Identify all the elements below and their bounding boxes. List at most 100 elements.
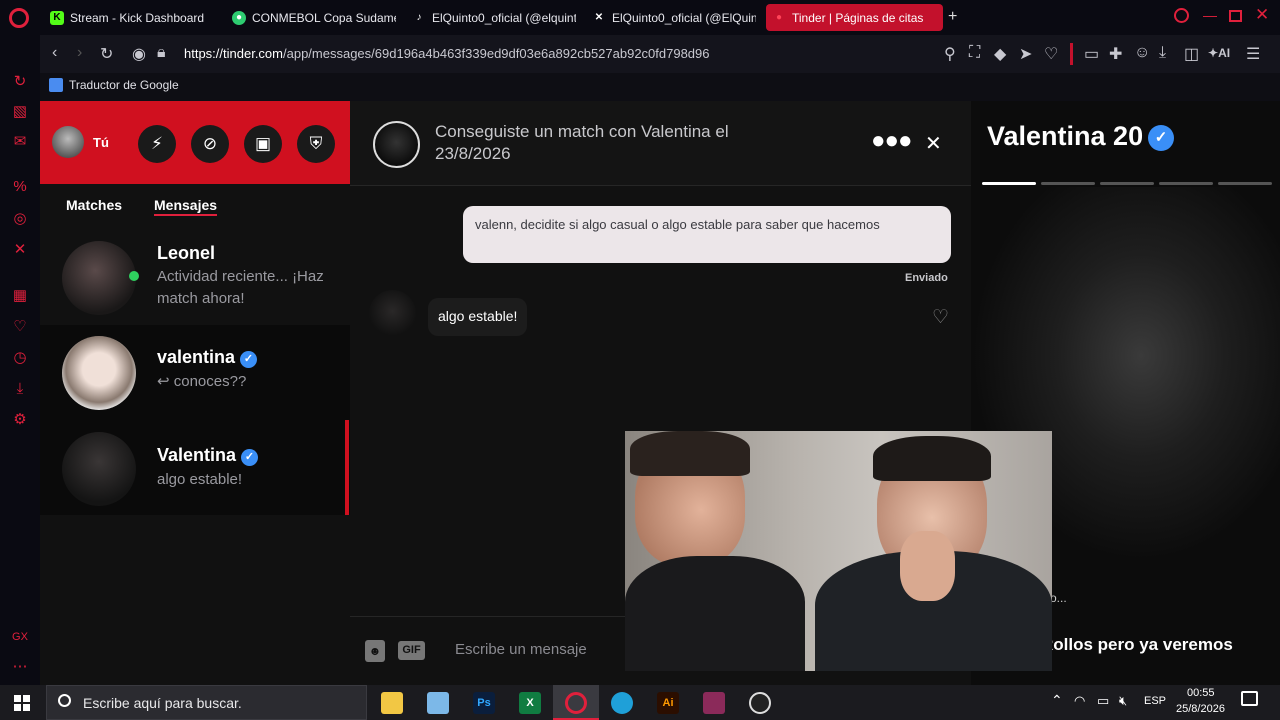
- chevron-up-icon[interactable]: ⌃: [1051, 692, 1063, 709]
- person-left: [625, 431, 815, 671]
- battery-icon[interactable]: ▭: [1097, 693, 1109, 709]
- snapshot-icon[interactable]: ⛶: [969, 44, 980, 62]
- tab-tinder[interactable]: ● Tinder | Páginas de citas: [766, 4, 943, 31]
- whatsapp-icon[interactable]: ◎: [10, 209, 30, 229]
- work-mode-button[interactable]: ▣: [244, 125, 282, 163]
- winrar-icon[interactable]: [703, 692, 725, 714]
- tab-messages[interactable]: Mensajes: [154, 197, 218, 216]
- person-right: [815, 431, 1052, 671]
- profile-name-age: Valentina 20 ✓: [987, 121, 1175, 152]
- edge-icon[interactable]: [611, 692, 633, 714]
- lock-icon[interactable]: 🔒︎: [157, 44, 166, 62]
- photoshop-icon[interactable]: Ps: [473, 692, 495, 714]
- wallet-icon[interactable]: ▧: [10, 102, 30, 122]
- apps-icon[interactable]: ▦: [10, 286, 30, 306]
- hand: [900, 531, 955, 601]
- volume-muted-icon[interactable]: 🔇︎: [1119, 693, 1127, 709]
- notepad-icon[interactable]: [427, 692, 449, 714]
- forward-icon[interactable]: ›: [77, 44, 82, 62]
- tab-label: Stream - Kick Dashboard: [70, 10, 205, 25]
- pin-icon[interactable]: ⚲: [944, 44, 956, 64]
- boost-button[interactable]: ⚡︎: [138, 125, 176, 163]
- conversation-item-selected[interactable]: Valentina ✓ algo estable!: [40, 420, 350, 515]
- tab-tiktok[interactable]: ♪ ElQuinto0_oficial (@elquint: [406, 4, 577, 31]
- profile-bio: Rollos pero ya veremos: [1041, 635, 1280, 655]
- sticker-icon[interactable]: ☻: [365, 640, 385, 662]
- favorite-icon[interactable]: ♡: [1044, 44, 1058, 64]
- name-age-text: Valentina 20: [987, 121, 1144, 151]
- send-icon[interactable]: ➤: [1019, 44, 1032, 64]
- more-options-icon[interactable]: ●●●: [871, 127, 912, 155]
- url-field[interactable]: https://tinder.com/app/messages/69d196a4…: [184, 46, 710, 61]
- minimize-icon[interactable]: —: [1203, 7, 1217, 23]
- clock-time[interactable]: 00:55: [1187, 687, 1215, 699]
- browser-sidebar: ↻ ▧ ✉ % ◎ ✕ ▦ ♡ ◷ ⤓ ⚙ GX ⋯: [0, 35, 40, 685]
- close-chat-icon[interactable]: ✕: [925, 131, 942, 156]
- new-tab-plus-icon[interactable]: +: [948, 8, 957, 26]
- match-avatar[interactable]: [373, 121, 420, 168]
- x-icon: ✕: [594, 12, 604, 23]
- heart-icon[interactable]: ♡: [10, 317, 30, 337]
- excel-icon[interactable]: X: [519, 692, 541, 714]
- gif-button[interactable]: GIF: [398, 641, 425, 660]
- tab-label: ElQuinto0_oficial (@elquint: [432, 10, 576, 25]
- conversation-name: Leonel: [157, 243, 216, 263]
- google-translate-icon: [49, 78, 63, 92]
- search-icon[interactable]: [1174, 8, 1189, 23]
- user-label: Tú: [93, 134, 109, 150]
- safety-button[interactable]: ⛨: [297, 125, 335, 163]
- compass-icon: ⊘: [202, 134, 218, 153]
- opera-logo-icon[interactable]: [9, 8, 29, 28]
- tab-kick[interactable]: K Stream - Kick Dashboard: [44, 4, 214, 31]
- location-icon[interactable]: ◉: [132, 44, 146, 64]
- obs-icon[interactable]: [749, 692, 771, 714]
- reload-icon[interactable]: ↻: [100, 44, 113, 64]
- extensions-icon[interactable]: ✚: [1109, 44, 1122, 64]
- x-sidebar-icon[interactable]: ✕: [10, 240, 30, 260]
- tab-conmebol[interactable]: ● CONMEBOL Copa Sudame: [226, 4, 396, 31]
- file-explorer-icon[interactable]: [381, 692, 403, 714]
- more-icon[interactable]: ⋯: [10, 657, 30, 677]
- downloads-icon[interactable]: ⤓: [1159, 44, 1166, 62]
- bookmark-google-translate[interactable]: Traductor de Google: [49, 78, 179, 92]
- gx-icon[interactable]: GX: [10, 627, 30, 647]
- shield-icon[interactable]: ◆: [994, 44, 1006, 64]
- settings-icon[interactable]: ⚙: [10, 410, 30, 430]
- tinder-icon: ●: [775, 12, 783, 23]
- mail-icon[interactable]: ✉: [10, 132, 30, 152]
- discount-icon[interactable]: %: [10, 177, 30, 197]
- maximize-icon[interactable]: [1229, 10, 1242, 22]
- outgoing-message-bubble: valenn, decidite si algo casual o algo e…: [463, 206, 951, 263]
- conversation-item[interactable]: Leonel Actividad reciente... ¡Haz match …: [40, 227, 350, 322]
- explore-button[interactable]: ⊘: [191, 125, 229, 163]
- close-window-icon[interactable]: ✕: [1255, 5, 1269, 25]
- ai-icon[interactable]: ✦AI: [1208, 46, 1230, 60]
- back-icon[interactable]: ‹: [52, 44, 57, 62]
- notification-icon[interactable]: [1241, 691, 1258, 706]
- language-indicator[interactable]: ESP: [1144, 695, 1166, 707]
- download-icon[interactable]: ⤓: [10, 379, 30, 399]
- conversation-item[interactable]: valentina ✓ ↩ conoces??: [40, 325, 350, 420]
- verified-badge-icon: ✓: [241, 449, 259, 466]
- tab-x[interactable]: ✕ ElQuinto0_oficial (@ElQuin: [586, 4, 756, 31]
- vpn-icon[interactable]: ◫: [1184, 44, 1199, 64]
- wifi-icon[interactable]: ◠: [1074, 693, 1085, 709]
- menu-icon[interactable]: ☰: [1246, 44, 1260, 64]
- verified-badge-icon: ✓: [240, 351, 258, 368]
- history-icon[interactable]: ↻: [10, 72, 30, 92]
- windows-start-icon[interactable]: [14, 695, 30, 711]
- clock-icon[interactable]: ◷: [10, 348, 30, 368]
- tab-matches[interactable]: Matches: [66, 197, 122, 213]
- user-profile-button[interactable]: Tú: [52, 126, 109, 158]
- illustrator-icon[interactable]: Ai: [657, 692, 679, 714]
- like-message-heart-icon[interactable]: ♡: [932, 306, 949, 329]
- chat-header: Conseguiste un match con Valentina el 23…: [350, 101, 971, 186]
- conversation-name: valentina ✓: [157, 347, 258, 368]
- battery-saver-icon[interactable]: ▭: [1084, 44, 1099, 64]
- clock-date[interactable]: 25/8/2026: [1176, 703, 1225, 715]
- webcam-overlay: [625, 431, 1052, 671]
- profile-icon[interactable]: ☺: [1134, 44, 1150, 62]
- message-input[interactable]: Escribe un mensaje: [455, 641, 587, 658]
- name-text: Valentina: [157, 445, 237, 465]
- taskbar-search[interactable]: Escribe aquí para buscar.: [46, 685, 367, 720]
